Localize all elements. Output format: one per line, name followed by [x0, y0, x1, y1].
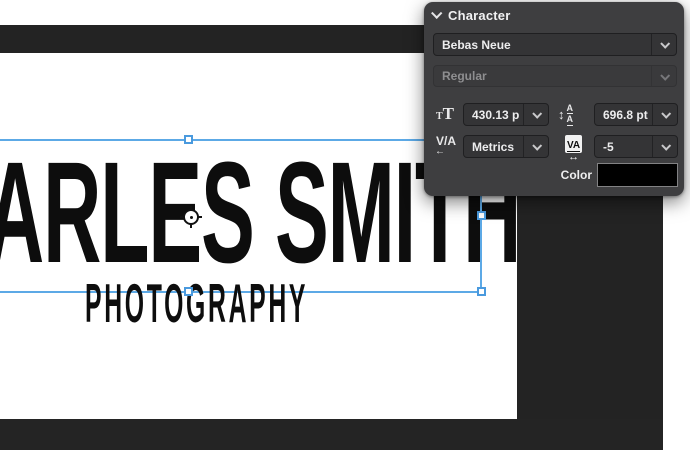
leading-icon-arrow: ↕ [558, 108, 565, 121]
kerning-dropdown-button[interactable] [523, 136, 548, 157]
selection-edge-top[interactable] [0, 139, 482, 141]
chevron-down-icon[interactable] [431, 8, 442, 19]
character-panel: Character Bebas Neue Regular TT 430.13 p… [424, 2, 684, 196]
chevron-down-icon [661, 109, 671, 119]
font-size-value: 430.13 p [464, 104, 523, 125]
leading-icon-letters: A A [567, 103, 574, 126]
font-size-icon[interactable]: TT [436, 105, 454, 122]
tracking-field[interactable]: -5 [594, 135, 678, 158]
chevron-down-icon [660, 70, 670, 80]
selection-handle-top-center[interactable] [184, 135, 193, 144]
font-style-value: Regular [434, 66, 651, 86]
color-label: Color [542, 168, 592, 182]
font-style-dropdown[interactable]: Regular [433, 65, 677, 87]
selection-handle-bottom-right[interactable] [477, 287, 486, 296]
chevron-down-icon [661, 141, 671, 151]
kerning-icon-arrow: ← [435, 147, 456, 157]
font-size-field[interactable]: 430.13 p [463, 103, 549, 126]
font-size-icon-small-t: T [436, 112, 443, 122]
tracking-value: -5 [595, 136, 652, 157]
leading-icon[interactable]: ↕ A A [558, 103, 573, 126]
kerning-field[interactable]: Metrics [463, 135, 549, 158]
font-style-dropdown-button[interactable] [651, 66, 676, 86]
font-family-value: Bebas Neue [434, 34, 651, 55]
kerning-icon[interactable]: V/A ← [436, 135, 456, 157]
character-panel-header: Character [432, 8, 511, 23]
tracking-icon-arrow: ↔ [568, 153, 579, 162]
artwork-black-bar-bottom [0, 419, 663, 450]
leading-field[interactable]: 696.8 pt [594, 103, 678, 126]
font-size-icon-big-t: T [443, 105, 454, 122]
font-family-dropdown[interactable]: Bebas Neue [433, 33, 677, 56]
chevron-down-icon [532, 141, 542, 151]
chevron-down-icon [532, 109, 542, 119]
tracking-icon[interactable]: VA ↔ [565, 135, 582, 162]
leading-dropdown-button[interactable] [652, 104, 677, 125]
color-swatch[interactable] [597, 163, 678, 187]
chevron-down-icon [660, 39, 670, 49]
app-canvas-view: ARLES SMITH PHOTOGRAPHY Character Bebas … [0, 0, 690, 450]
selection-handle-right-middle[interactable] [477, 211, 486, 220]
reference-point-icon[interactable] [180, 206, 202, 228]
canvas-text-photography[interactable]: PHOTOGRAPHY [85, 276, 308, 331]
kerning-value: Metrics [464, 136, 523, 157]
tracking-dropdown-button[interactable] [652, 136, 677, 157]
panel-title: Character [448, 8, 511, 23]
selection-handle-bottom-center[interactable] [184, 287, 193, 296]
leading-value: 696.8 pt [595, 104, 652, 125]
reference-point-dot [190, 216, 193, 219]
font-size-dropdown-button[interactable] [523, 104, 548, 125]
font-family-dropdown-button[interactable] [651, 34, 676, 55]
